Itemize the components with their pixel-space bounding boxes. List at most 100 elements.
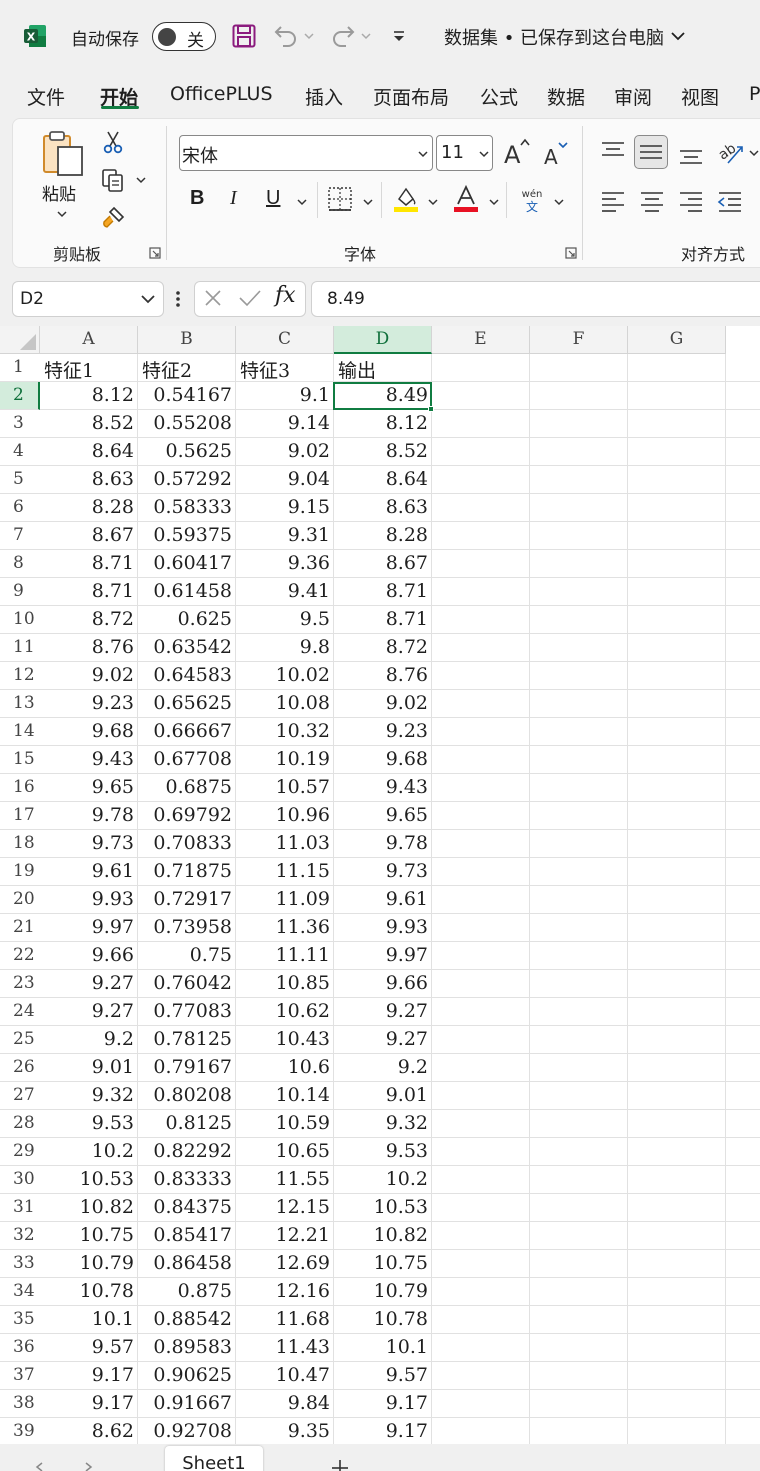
cell-b27[interactable]: 0.80208 [138, 1082, 235, 1110]
cell-b36[interactable]: 0.89583 [138, 1334, 235, 1362]
formula-input[interactable]: 8.49 [311, 281, 760, 317]
row-header[interactable]: 13 [0, 690, 40, 718]
cell-c33[interactable]: 12.69 [236, 1250, 333, 1278]
cell-b7[interactable]: 0.59375 [138, 522, 235, 550]
cell-d21[interactable]: 9.93 [334, 914, 431, 942]
cell-b5[interactable]: 0.57292 [138, 466, 235, 494]
cell-d11[interactable]: 8.72 [334, 634, 431, 662]
tab-view[interactable]: 视图 [681, 83, 719, 110]
italic-button[interactable]: I [230, 187, 237, 210]
sheet-tab-sheet1[interactable]: Sheet1 [165, 1446, 263, 1471]
cell-b38[interactable]: 0.91667 [138, 1390, 235, 1418]
cell-a16[interactable]: 9.65 [40, 774, 137, 802]
row-header[interactable]: 33 [0, 1250, 40, 1278]
chevron-down-icon[interactable] [670, 29, 686, 43]
row-header[interactable]: 29 [0, 1138, 40, 1166]
cell-d17[interactable]: 9.65 [334, 802, 431, 830]
font-color-icon[interactable] [453, 185, 479, 213]
cell-b13[interactable]: 0.65625 [138, 690, 235, 718]
row-header[interactable]: 3 [0, 410, 40, 438]
undo-icon[interactable] [273, 23, 299, 49]
cell-a21[interactable]: 9.97 [40, 914, 137, 942]
redo-icon[interactable] [330, 23, 356, 49]
cell-a15[interactable]: 9.43 [40, 746, 137, 774]
cell-b6[interactable]: 0.58333 [138, 494, 235, 522]
tab-data[interactable]: 数据 [547, 83, 585, 110]
cell-d39[interactable]: 9.17 [334, 1418, 431, 1444]
row-header[interactable]: 35 [0, 1306, 40, 1334]
cell-c31[interactable]: 12.15 [236, 1194, 333, 1222]
cell-a33[interactable]: 10.79 [40, 1250, 137, 1278]
tab-insert[interactable]: 插入 [305, 83, 343, 110]
cell-c29[interactable]: 10.65 [236, 1138, 333, 1166]
cell-c24[interactable]: 10.62 [236, 998, 333, 1026]
cell-a34[interactable]: 10.78 [40, 1278, 137, 1306]
borders-icon[interactable] [327, 186, 353, 212]
document-title[interactable]: 数据集 • 已保存到这台电脑 [444, 24, 664, 50]
chevron-down-icon[interactable] [136, 175, 146, 185]
column-header-c[interactable]: C [236, 326, 334, 354]
copy-icon[interactable] [100, 167, 126, 193]
align-left-icon[interactable] [596, 183, 630, 217]
cell-b29[interactable]: 0.82292 [138, 1138, 235, 1166]
chevron-down-icon[interactable] [554, 197, 564, 207]
cell-b21[interactable]: 0.73958 [138, 914, 235, 942]
cell-a17[interactable]: 9.78 [40, 802, 137, 830]
save-icon[interactable] [231, 23, 257, 49]
cell-d28[interactable]: 9.32 [334, 1110, 431, 1138]
cell-b20[interactable]: 0.72917 [138, 886, 235, 914]
row-header[interactable]: 5 [0, 466, 40, 494]
row-header[interactable]: 32 [0, 1222, 40, 1250]
cell-b2[interactable]: 0.54167 [138, 382, 235, 410]
cell-d33[interactable]: 10.75 [334, 1250, 431, 1278]
cell-d32[interactable]: 10.82 [334, 1222, 431, 1250]
cell-d10[interactable]: 8.71 [334, 606, 431, 634]
paste-label[interactable]: 粘贴 [42, 180, 76, 205]
cell-a20[interactable]: 9.93 [40, 886, 137, 914]
row-header[interactable]: 39 [0, 1418, 40, 1444]
cell-d34[interactable]: 10.79 [334, 1278, 431, 1306]
row-header[interactable]: 31 [0, 1194, 40, 1222]
row-header[interactable]: 24 [0, 998, 40, 1026]
cell-c18[interactable]: 11.03 [236, 830, 333, 858]
cell-c21[interactable]: 11.36 [236, 914, 333, 942]
cell-b33[interactable]: 0.86458 [138, 1250, 235, 1278]
cell-c14[interactable]: 10.32 [236, 718, 333, 746]
cell-b28[interactable]: 0.8125 [138, 1110, 235, 1138]
cell-c3[interactable]: 9.14 [236, 410, 333, 438]
cell-a4[interactable]: 8.64 [40, 438, 137, 466]
chevron-down-icon[interactable] [489, 197, 499, 207]
row-header[interactable]: 30 [0, 1166, 40, 1194]
row-header[interactable]: 16 [0, 774, 40, 802]
cell-d8[interactable]: 8.67 [334, 550, 431, 578]
cell-c36[interactable]: 11.43 [236, 1334, 333, 1362]
cell-a19[interactable]: 9.61 [40, 858, 137, 886]
cell-b30[interactable]: 0.83333 [138, 1166, 235, 1194]
column-header-e[interactable]: E [432, 326, 530, 354]
decrease-font-size-icon[interactable]: A [541, 140, 569, 168]
align-right-icon[interactable] [674, 183, 708, 217]
cell-c15[interactable]: 10.19 [236, 746, 333, 774]
row-header[interactable]: 7 [0, 522, 40, 550]
cell-a28[interactable]: 9.53 [40, 1110, 137, 1138]
cell-d1[interactable]: 输出 [334, 354, 431, 382]
cell-d35[interactable]: 10.78 [334, 1306, 431, 1334]
cell-c8[interactable]: 9.36 [236, 550, 333, 578]
cell-c32[interactable]: 12.21 [236, 1222, 333, 1250]
cell-b23[interactable]: 0.76042 [138, 970, 235, 998]
cancel-icon[interactable] [203, 288, 223, 308]
cell-d16[interactable]: 9.43 [334, 774, 431, 802]
cell-b10[interactable]: 0.625 [138, 606, 235, 634]
cell-c13[interactable]: 10.08 [236, 690, 333, 718]
cell-d13[interactable]: 9.02 [334, 690, 431, 718]
row-header[interactable]: 19 [0, 858, 40, 886]
cell-d27[interactable]: 9.01 [334, 1082, 431, 1110]
add-sheet-icon[interactable] [330, 1458, 350, 1471]
cell-d20[interactable]: 9.61 [334, 886, 431, 914]
chevron-down-icon[interactable] [304, 31, 314, 41]
cell-c12[interactable]: 10.02 [236, 662, 333, 690]
cell-c4[interactable]: 9.02 [236, 438, 333, 466]
column-header-f[interactable]: F [530, 326, 628, 354]
increase-font-size-icon[interactable]: A [503, 137, 531, 167]
cell-c26[interactable]: 10.6 [236, 1054, 333, 1082]
